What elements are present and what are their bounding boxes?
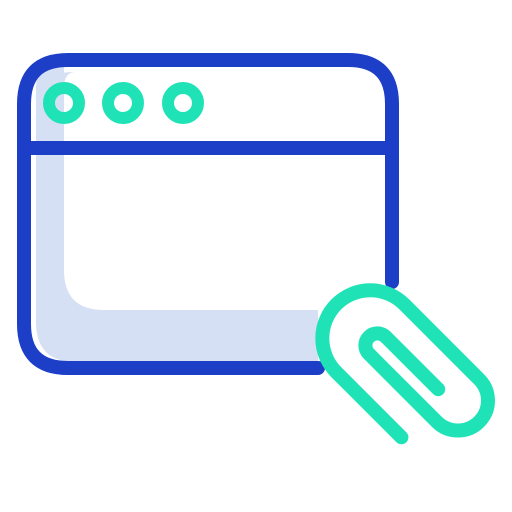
window-dot-2	[102, 82, 144, 124]
browser-window-attachment-icon	[17, 53, 495, 445]
paperclip-outer-loop	[315, 283, 495, 445]
window-dot-3	[162, 82, 204, 124]
icon-canvas	[0, 0, 512, 512]
paperclip-icon	[315, 283, 495, 445]
window-control-dots-icon	[43, 82, 204, 124]
